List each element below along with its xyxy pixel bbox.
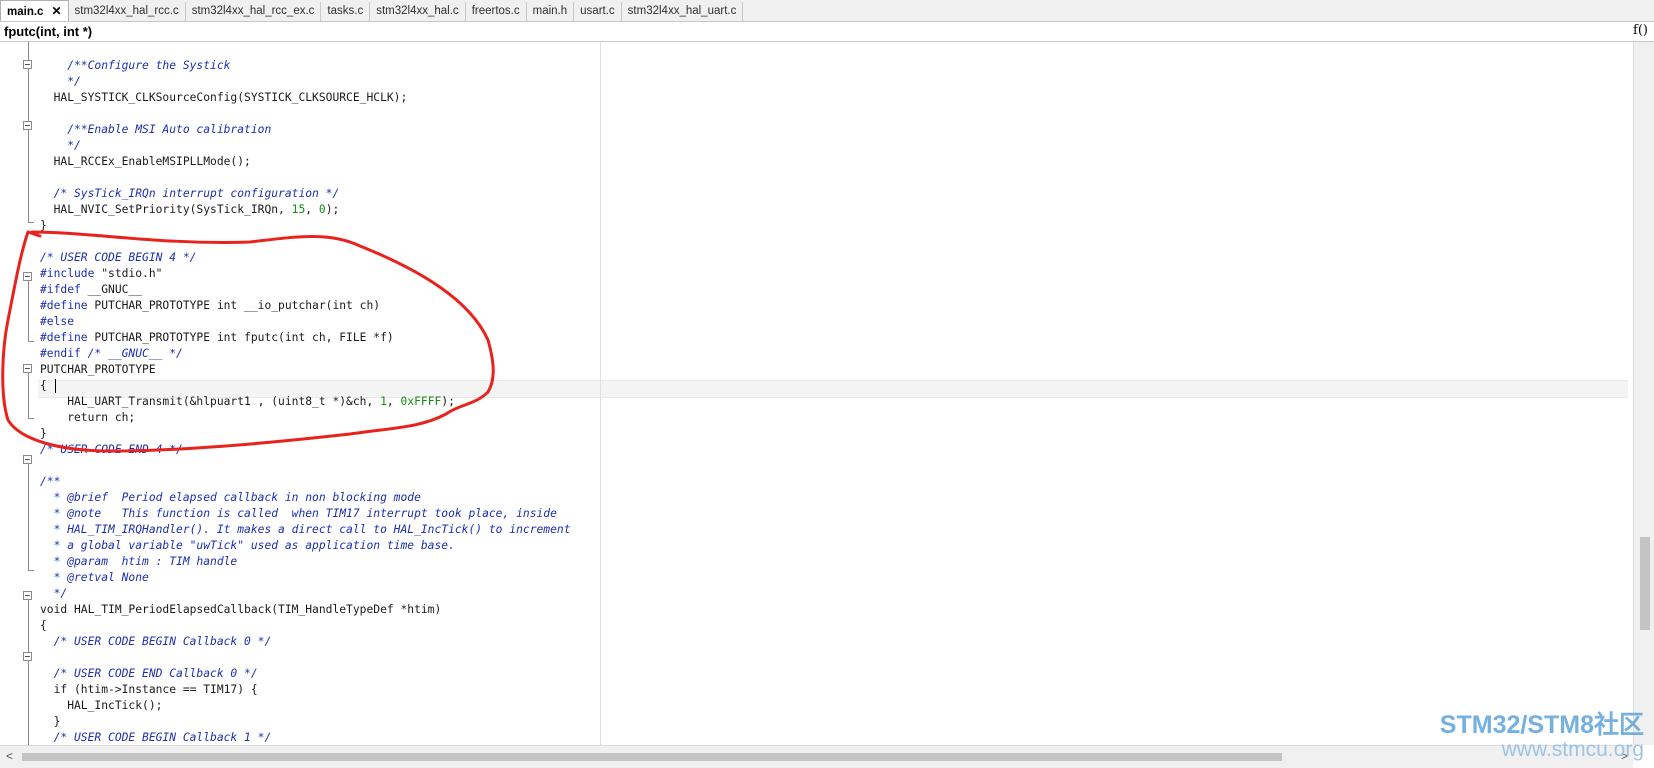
- code-line[interactable]: * @param htim : TIM handle: [40, 554, 1620, 570]
- fold-gutter[interactable]: [0, 42, 38, 745]
- vertical-scrollbar[interactable]: [1633, 42, 1654, 745]
- file-tab-label: main.h: [532, 5, 568, 17]
- code-line[interactable]: HAL_UART_Transmit(&hlpuart1 , (uint8_t *…: [40, 394, 1620, 410]
- file-tab-label: freertos.c: [471, 5, 520, 17]
- watermark-url: www.stmcu.org: [1501, 738, 1644, 761]
- file-tab-label: stm32l4xx_hal_rcc_ex.c: [191, 5, 315, 17]
- code-line[interactable]: [40, 650, 1620, 666]
- file-tab-label: main.c: [7, 6, 44, 18]
- code-line[interactable]: /* SysTick_IRQn interrupt configuration …: [40, 186, 1620, 202]
- function-list-icon[interactable]: f(): [1633, 23, 1648, 38]
- fold-toggle-icon[interactable]: [23, 652, 32, 661]
- code-line[interactable]: * @note This function is called when TIM…: [40, 506, 1620, 522]
- fold-toggle-icon[interactable]: [23, 272, 32, 281]
- code-line[interactable]: /* USER CODE END 4 */: [40, 442, 1620, 458]
- code-line[interactable]: }: [40, 426, 1620, 442]
- file-tab-label: stm32l4xx_hal_rcc.c: [74, 5, 179, 17]
- file-tab[interactable]: freertos.c: [465, 2, 527, 21]
- file-tab[interactable]: main.c ✕: [0, 0, 69, 21]
- file-tab[interactable]: stm32l4xx_hal_rcc_ex.c: [185, 2, 322, 21]
- code-line[interactable]: HAL_NVIC_SetPriority(SysTick_IRQn, 15, 0…: [40, 202, 1620, 218]
- function-navigation-bar: fputc(int, int *) f(): [0, 22, 1654, 42]
- scroll-left-arrow-icon[interactable]: <: [6, 749, 13, 763]
- code-line[interactable]: /* USER CODE BEGIN Callback 0 */: [40, 634, 1620, 650]
- code-line[interactable]: #ifdef __GNUC__: [40, 282, 1620, 298]
- code-line[interactable]: */: [40, 586, 1620, 602]
- code-line[interactable]: */: [40, 74, 1620, 90]
- code-line[interactable]: /* USER CODE END Callback 0 */: [40, 666, 1620, 682]
- code-line[interactable]: * HAL_TIM_IRQHandler(). It makes a direc…: [40, 522, 1620, 538]
- code-line[interactable]: /* USER CODE BEGIN Callback 1 */: [40, 730, 1620, 745]
- code-line[interactable]: {: [40, 378, 1620, 394]
- watermark-title: STM32/STM8社区: [1439, 711, 1644, 739]
- file-tab[interactable]: tasks.c: [321, 2, 371, 21]
- code-line[interactable]: /**Configure the Systick: [40, 58, 1620, 74]
- code-line[interactable]: {: [40, 618, 1620, 634]
- code-line[interactable]: HAL_RCCEx_EnableMSIPLLMode();: [40, 154, 1620, 170]
- code-line[interactable]: #define PUTCHAR_PROTOTYPE int fputc(int …: [40, 330, 1620, 346]
- close-tab-icon[interactable]: ✕: [51, 1, 61, 21]
- code-line[interactable]: #else: [40, 314, 1620, 330]
- code-line[interactable]: [40, 106, 1620, 122]
- code-line[interactable]: }: [40, 218, 1620, 234]
- fold-toggle-icon[interactable]: [23, 60, 32, 69]
- file-tab-label: tasks.c: [327, 5, 364, 17]
- file-tab[interactable]: stm32l4xx_hal_uart.c: [621, 2, 744, 21]
- code-line[interactable]: */: [40, 138, 1620, 154]
- code-line[interactable]: [40, 458, 1620, 474]
- code-line[interactable]: [40, 42, 1620, 58]
- fold-toggle-icon[interactable]: [23, 121, 32, 130]
- code-line[interactable]: }: [40, 714, 1620, 730]
- code-line[interactable]: #endif /* __GNUC__ */: [40, 346, 1620, 362]
- horizontal-scroll-thumb[interactable]: [22, 753, 1282, 761]
- fold-toggle-icon[interactable]: [23, 591, 32, 600]
- file-tab-label: stm32l4xx_hal.c: [376, 5, 459, 17]
- code-line[interactable]: * a global variable "uwTick" used as app…: [40, 538, 1620, 554]
- watermark: STM32/STM8社区 www.stmcu.org: [1440, 711, 1644, 761]
- code-line[interactable]: #define PUTCHAR_PROTOTYPE int __io_putch…: [40, 298, 1620, 314]
- fold-toggle-icon[interactable]: [23, 455, 32, 464]
- code-line[interactable]: * @retval None: [40, 570, 1620, 586]
- code-line[interactable]: /**Enable MSI Auto calibration: [40, 122, 1620, 138]
- file-tab[interactable]: usart.c: [574, 2, 622, 21]
- fold-toggle-icon[interactable]: [23, 364, 32, 373]
- code-line[interactable]: if (htim->Instance == TIM17) {: [40, 682, 1620, 698]
- horizontal-scrollbar[interactable]: < >: [0, 745, 1633, 768]
- code-line[interactable]: HAL_SYSTICK_CLKSourceConfig(SYSTICK_CLKS…: [40, 90, 1620, 106]
- code-line[interactable]: /**: [40, 474, 1620, 490]
- file-tab-bar: main.c ✕ stm32l4xx_hal_rcc.c stm32l4xx_hal_…: [0, 0, 1654, 22]
- code-line[interactable]: [40, 170, 1620, 186]
- code-line[interactable]: [40, 234, 1620, 250]
- code-text[interactable]: /**Configure the Systick */ HAL_SYSTICK_…: [40, 42, 1620, 745]
- file-tab-label: stm32l4xx_hal_uart.c: [627, 5, 737, 17]
- vertical-scroll-thumb[interactable]: [1640, 537, 1650, 630]
- code-line[interactable]: void HAL_TIM_PeriodElapsedCallback(TIM_H…: [40, 602, 1620, 618]
- file-tab[interactable]: stm32l4xx_hal_rcc.c: [68, 2, 186, 21]
- code-line[interactable]: #include "stdio.h": [40, 266, 1620, 282]
- file-tab-label: usart.c: [580, 5, 615, 17]
- code-line[interactable]: return ch;: [40, 410, 1620, 426]
- file-tab[interactable]: main.h: [526, 2, 575, 21]
- file-tab[interactable]: stm32l4xx_hal.c: [370, 2, 466, 21]
- code-line[interactable]: /* USER CODE BEGIN 4 */: [40, 250, 1620, 266]
- current-function-name[interactable]: fputc(int, int *): [4, 23, 92, 40]
- text-caret: [54, 379, 56, 393]
- code-line[interactable]: * @brief Period elapsed callback in non …: [40, 490, 1620, 506]
- code-editor[interactable]: /**Configure the Systick */ HAL_SYSTICK_…: [0, 42, 1633, 745]
- code-line[interactable]: PUTCHAR_PROTOTYPE: [40, 362, 1620, 378]
- code-line[interactable]: HAL_IncTick();: [40, 698, 1620, 714]
